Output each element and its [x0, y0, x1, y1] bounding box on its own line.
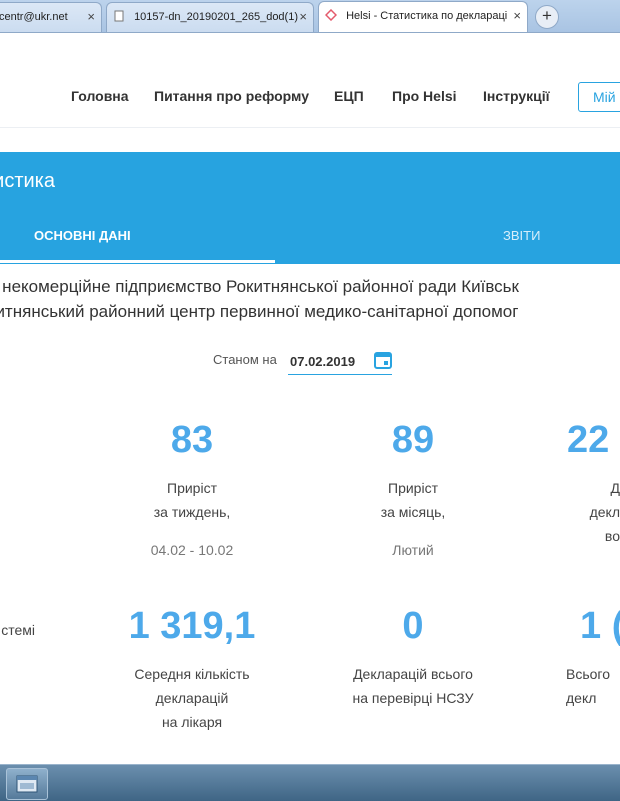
stat-period: Лютий — [392, 542, 434, 558]
as-of-label: Станом на — [213, 352, 277, 367]
stat-monthly-growth: 89 Приріст за місяць, Лютий — [338, 418, 488, 558]
browser-tab-helsi[interactable]: Helsi - Статистика по деклараці × — [318, 1, 528, 32]
site-header: Головна Питання про реформу ЕЦП Про Hels… — [0, 33, 620, 128]
calendar-icon[interactable] — [373, 350, 393, 375]
organization-name-line-1: е некомерційне підприємство Рокитнянсько… — [0, 277, 519, 296]
organization-name-line-2: китнянський районний центр первинної мед… — [0, 302, 519, 321]
tab-label: Helsi - Статистика по деклараці — [346, 10, 508, 22]
cabinet-button[interactable]: Мій — [578, 82, 620, 112]
stat-label: Д декл во — [589, 480, 620, 544]
helsi-favicon-icon — [324, 4, 338, 22]
statistics-banner: тистика ОСНОВНІ ДАНІ ЗВІТИ — [0, 152, 620, 264]
stat-label: Приріст за місяць, — [380, 480, 446, 520]
stat-system-partial: стемі — [0, 604, 35, 642]
stat-label: Всього декл — [566, 666, 611, 706]
organization-name: е некомерційне підприємство Рокитнянсько… — [0, 274, 519, 324]
tab-reports[interactable]: ЗВІТИ — [503, 228, 540, 243]
active-tab-indicator — [0, 260, 275, 263]
close-tab-icon[interactable]: × — [513, 2, 521, 30]
stat-label: Середня кількість декларацій на лікаря — [134, 666, 250, 730]
nav-about-helsi[interactable]: Про Helsi — [392, 88, 457, 104]
tab-main-data[interactable]: ОСНОВНІ ДАНІ — [34, 228, 131, 243]
stat-value: 89 — [391, 419, 435, 461]
new-tab-button[interactable]: + — [535, 5, 559, 29]
browser-tab-document[interactable]: 10157-dn_20190201_265_dod(1) × — [106, 2, 314, 32]
nav-reform-faq[interactable]: Питання про реформу — [154, 88, 309, 104]
stat-label: Декларацій всього на перевірці НСЗУ — [352, 666, 474, 706]
nav-home[interactable]: Головна — [71, 88, 129, 104]
stats-tabs: ОСНОВНІ ДАНІ ЗВІТИ — [0, 214, 620, 264]
stat-label: Приріст за тиждень, — [153, 480, 231, 520]
date-picker[interactable]: 07.02.2019 — [288, 346, 392, 375]
nav-ecp[interactable]: ЕЦП — [334, 88, 364, 104]
close-tab-icon[interactable]: × — [87, 3, 95, 31]
stat-total-partial: 1 ( Всього декл — [566, 604, 620, 710]
stat-period: 04.02 - 10.02 — [150, 542, 234, 558]
stat-weekly-growth: 83 Приріст за тиждень, 04.02 - 10.02 — [117, 418, 267, 558]
close-tab-icon[interactable]: × — [299, 3, 307, 31]
stat-label: стемі — [1, 622, 35, 638]
stat-avg-per-doctor: 1 319,1 Середня кількість декларацій на … — [117, 604, 267, 734]
stat-value: 1 319,1 — [128, 605, 256, 647]
nav-instructions[interactable]: Інструкції — [483, 88, 550, 104]
stat-value: 22 — [567, 419, 610, 461]
taskbar-window-button[interactable] — [6, 768, 48, 800]
date-value: 07.02.2019 — [290, 354, 356, 369]
page-title: тистика — [0, 170, 55, 192]
stat-value: 83 — [170, 419, 214, 461]
tab-label: centr@ukr.net — [0, 11, 68, 23]
stat-declarations-partial: 22 Д декл во — [560, 418, 620, 548]
os-taskbar — [0, 764, 620, 801]
stat-pending-nhsu: 0 Декларацій всього на перевірці НСЗУ — [338, 604, 488, 710]
browser-tab-mail[interactable]: centr@ukr.net × — [0, 2, 102, 32]
browser-tab-strip: centr@ukr.net × 10157-dn_20190201_265_do… — [0, 0, 620, 33]
stat-value: 1 ( — [580, 605, 620, 647]
document-icon — [113, 5, 125, 22]
tab-label: 10157-dn_20190201_265_dod(1) — [134, 11, 298, 23]
stat-value: 0 — [402, 605, 424, 647]
